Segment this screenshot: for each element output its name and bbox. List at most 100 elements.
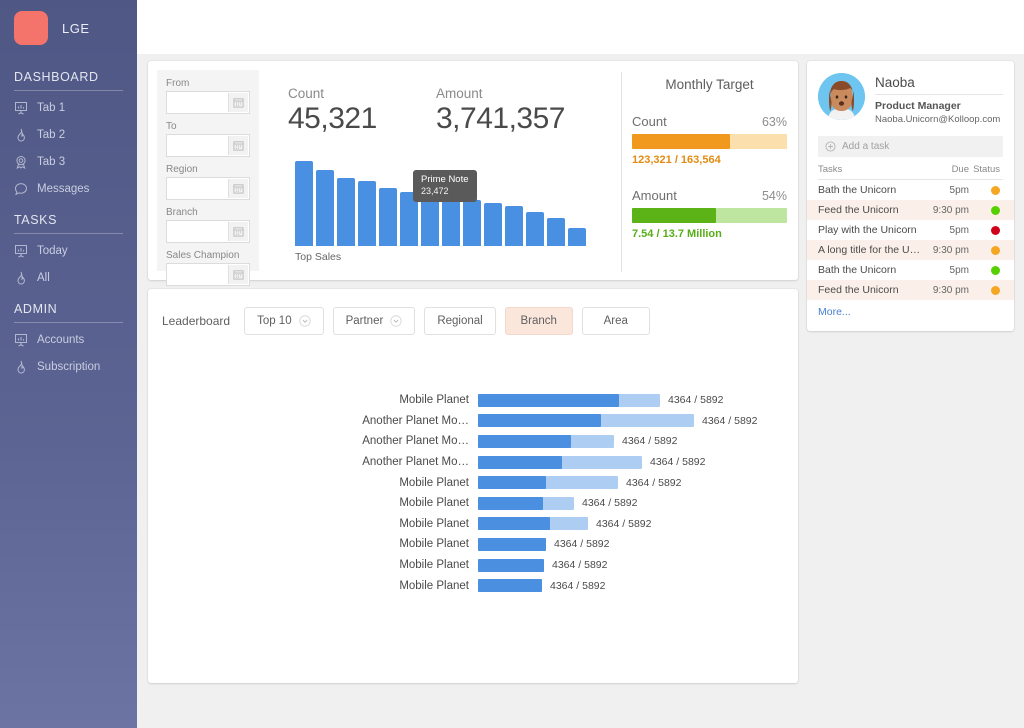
monthly-target-panel: Monthly Target Count 63% 123,321 / 163,564… <box>632 77 787 240</box>
sidebar-section-dashboard: DASHBOARD Tab 1 Tab 2 Tab 3 Messages <box>0 70 137 199</box>
sidebar-item-all[interactable]: All <box>14 267 123 288</box>
bar-4[interactable] <box>379 188 397 246</box>
leaderboard-row[interactable]: Mobile Planet 4364 / 5892 <box>148 555 798 576</box>
leaderboard-row-bar <box>478 558 544 572</box>
filter-input-branch[interactable] <box>166 220 250 243</box>
leaderboard-row-bar <box>478 414 694 428</box>
bar-12[interactable] <box>547 218 565 246</box>
filter-input-sales-champion[interactable] <box>166 263 250 286</box>
task-row[interactable]: Feed the Unicorn 9:30 pm <box>807 200 1014 220</box>
add-task-input[interactable]: Add a task <box>818 136 1003 157</box>
task-due: 9:30 pm <box>932 204 969 216</box>
leaderboard-row[interactable]: Mobile Planet 4364 / 5892 <box>148 575 798 596</box>
task-title: Feed the Unicorn <box>818 204 899 216</box>
leaderboard-tab-branch[interactable]: Branch <box>504 307 573 335</box>
bar-fill <box>478 476 546 490</box>
calendar-icon[interactable] <box>228 93 248 112</box>
task-due: 9:30 pm <box>932 284 969 296</box>
user-avatar[interactable] <box>818 73 865 120</box>
brand[interactable]: LGE <box>0 0 137 56</box>
leaderboard-row[interactable]: Mobile Planet 4364 / 5892 <box>148 534 798 555</box>
sidebar-item-tab-2[interactable]: Tab 2 <box>14 124 123 145</box>
sidebar-item-accounts[interactable]: Accounts <box>14 329 123 350</box>
more-link[interactable]: More... <box>807 300 1014 318</box>
leaderboard-row[interactable]: Another Planet Mo… 4364 / 5892 <box>148 411 798 432</box>
sidebar-section-title: ADMIN <box>14 302 123 323</box>
leaderboard-row-value: 4364 / 5892 <box>668 394 724 407</box>
leaderboard-row[interactable]: Mobile Planet 4364 / 5892 <box>148 472 798 493</box>
calendar-icon[interactable] <box>228 136 248 155</box>
leaderboard-row-bar <box>478 537 546 551</box>
sidebar-item-subscription[interactable]: Subscription <box>14 356 123 377</box>
leaderboard-row-value: 4364 / 5892 <box>550 579 606 592</box>
bar-fill <box>478 517 550 531</box>
chevron-down-icon[interactable] <box>390 315 403 327</box>
filter-input-from[interactable] <box>166 91 250 114</box>
leaderboard-row[interactable]: Another Planet Mo… 4364 / 5892 <box>148 431 798 452</box>
filter-input-region[interactable] <box>166 177 250 200</box>
leaderboard-tabs: Leaderboard Top 10 Partner Regional Branch A… <box>162 307 650 335</box>
bar-8[interactable] <box>463 200 481 246</box>
chevron-down-icon[interactable] <box>298 315 311 327</box>
calendar-icon[interactable] <box>228 265 248 284</box>
leaderboard-tab-regional[interactable]: Regional <box>424 307 496 335</box>
sidebar-item-messages[interactable]: Messages <box>14 178 123 199</box>
leaderboard-row[interactable]: Mobile Planet 4364 / 5892 <box>148 514 798 535</box>
filter-input-to[interactable] <box>166 134 250 157</box>
task-row[interactable]: Feed the Unicorn 9:30 pm <box>807 280 1014 300</box>
leaderboard-tab-partner[interactable]: Partner <box>332 307 416 335</box>
calendar-icon[interactable] <box>228 222 248 241</box>
bar-2[interactable] <box>337 178 355 246</box>
mt-numbers: 7.54 / 13.7 Million <box>632 228 722 240</box>
task-title: Feed the Unicorn <box>818 284 899 296</box>
leaderboard-row-bar <box>478 476 618 490</box>
leaderboard-row-bar <box>478 579 542 593</box>
leaderboard-row-value: 4364 / 5892 <box>650 456 706 469</box>
col-status: Status <box>973 164 1000 175</box>
bar-1[interactable] <box>316 170 334 246</box>
task-row[interactable]: Play with the Unicorn 5pm <box>807 220 1014 240</box>
leaderboard-tab-area[interactable]: Area <box>581 307 650 335</box>
logo-square-icon <box>14 11 48 45</box>
kpi-count: Count 45,321 <box>288 86 436 136</box>
bar-13[interactable] <box>568 228 586 246</box>
leaderboard-row-value: 4364 / 5892 <box>596 517 652 530</box>
leaderboard-row-name: Another Planet Mo… <box>362 414 469 427</box>
sidebar-item-today[interactable]: Today <box>14 240 123 261</box>
sidebar-item-tab-3[interactable]: Tab 3 <box>14 151 123 172</box>
leaderboard-row[interactable]: Another Planet Mo… 4364 / 5892 <box>148 452 798 473</box>
task-row[interactable]: Bath the Unicorn 5pm <box>807 180 1014 200</box>
bar-3[interactable] <box>358 181 376 246</box>
leaderboard-row[interactable]: Mobile Planet 4364 / 5892 <box>148 493 798 514</box>
bar-11[interactable] <box>526 212 544 246</box>
bar-fill <box>478 558 544 572</box>
leaderboard-title: Leaderboard <box>162 314 231 328</box>
bar-fill <box>478 537 546 551</box>
bar-7[interactable] <box>442 199 460 246</box>
sidebar-item-label: Today <box>37 244 68 257</box>
sidebar-item-label: Tab 2 <box>37 128 66 141</box>
leaderboard-row-bar <box>478 455 642 469</box>
task-title: Bath the Unicorn <box>818 184 897 196</box>
leaderboard-list: Mobile Planet 4364 / 5892 Another Planet M… <box>148 390 798 596</box>
calendar-icon[interactable] <box>228 179 248 198</box>
sidebar-item-label: Tab 3 <box>37 155 66 168</box>
status-dot <box>991 245 1000 255</box>
leaderboard-row-name: Another Planet Mo… <box>362 435 469 448</box>
bar-0[interactable] <box>295 161 313 246</box>
leaderboard-row-bar <box>478 517 588 531</box>
kpi-group: Count 45,321 Amount 3,741,357 <box>288 86 565 136</box>
summary-card: From To Region Branch Sales Champion Count 4… <box>148 61 798 286</box>
leaderboard-row[interactable]: Mobile Planet 4364 / 5892 <box>148 390 798 411</box>
task-row[interactable]: A long title for the Uni… 9:30 pm <box>807 240 1014 260</box>
bar-10[interactable] <box>505 206 523 246</box>
leaderboard-row-value: 4364 / 5892 <box>622 435 678 448</box>
leaderboard-tab-top-10[interactable]: Top 10 <box>244 307 324 335</box>
bar-9[interactable] <box>484 203 502 246</box>
sidebar-item-tab-1[interactable]: Tab 1 <box>14 97 123 118</box>
task-status <box>969 205 1003 215</box>
leaderboard-row-bar <box>478 434 614 448</box>
chart-tooltip: Prime Note 23,472 <box>413 170 477 203</box>
task-row[interactable]: Bath the Unicorn 5pm <box>807 260 1014 280</box>
chat-bubble-icon <box>14 182 28 196</box>
